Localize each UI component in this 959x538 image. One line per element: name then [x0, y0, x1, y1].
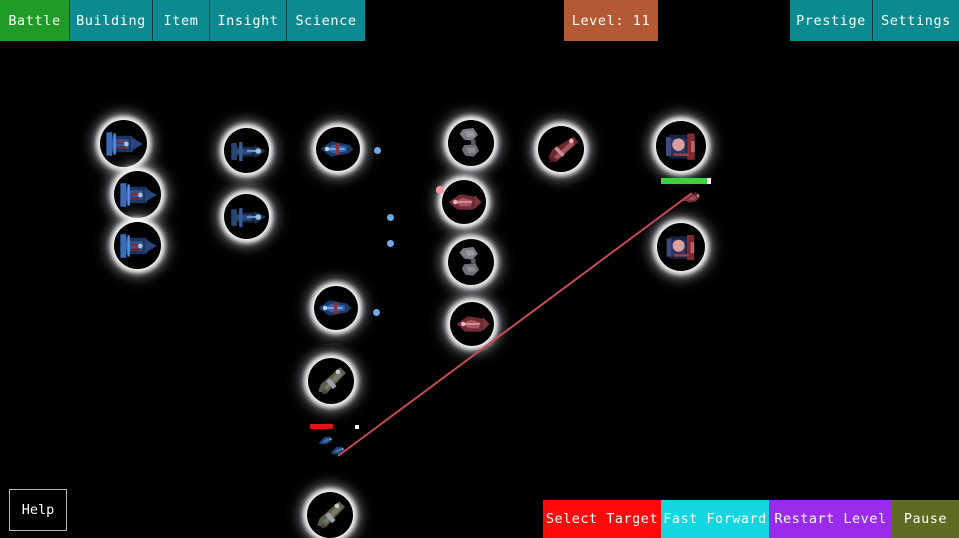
unit-enemy-dreadnought-2[interactable] — [657, 223, 705, 271]
interceptor-red-icon — [538, 126, 584, 172]
unit-enemy-raider-1[interactable] — [442, 180, 486, 224]
fast-forward-label: Fast Forward — [663, 511, 767, 527]
nav-tab-battle-label: Battle — [8, 12, 61, 29]
select-target-button[interactable]: Select Target — [543, 500, 661, 538]
cruiser-darkblue-icon — [224, 128, 269, 173]
unit-enemy-interceptor[interactable] — [538, 126, 584, 172]
unit-player-fighter-free-2[interactable] — [327, 440, 350, 460]
unit-neutral-scout-1[interactable] — [308, 358, 354, 404]
nav-tab-settings[interactable]: Settings — [873, 0, 959, 41]
projectile-player-2 — [387, 214, 394, 221]
nav-tab-item[interactable]: Item — [153, 0, 210, 41]
unit-neutral-rock-2[interactable] — [448, 239, 494, 285]
unit-enemy-gunship-free[interactable] — [679, 186, 705, 210]
health-bar-enemy-dreadnought — [661, 178, 711, 184]
nav-tab-building[interactable]: Building — [70, 0, 153, 41]
health-bar-fill — [661, 178, 707, 184]
rock-grey-icon — [448, 239, 494, 285]
nav-tab-building-label: Building — [76, 12, 146, 29]
raider-red-icon — [442, 180, 486, 224]
raider-red-icon — [450, 302, 494, 346]
level-indicator[interactable]: Level: 11 — [564, 0, 658, 41]
nav-tab-insight-label: Insight — [217, 12, 279, 29]
battlefield-canvas[interactable] — [0, 41, 959, 538]
pause-button[interactable]: Pause — [892, 500, 959, 538]
projectile-spark — [355, 425, 359, 429]
unit-neutral-scout-2[interactable] — [307, 492, 353, 538]
unit-player-cruiser-2[interactable] — [224, 194, 269, 239]
restart-level-label: Restart Level — [774, 511, 887, 527]
unit-player-frigate-2[interactable] — [314, 286, 358, 330]
laser-beam-layer — [337, 192, 693, 457]
help-button[interactable]: Help — [9, 489, 67, 531]
laser-beam — [337, 192, 693, 457]
battleship-blue-icon — [100, 120, 147, 167]
unit-player-battleship-2[interactable] — [114, 171, 161, 218]
nav-tab-item-label: Item — [163, 12, 199, 29]
health-bar-fill — [310, 424, 333, 429]
nav-tab-insight[interactable]: Insight — [210, 0, 287, 41]
select-target-label: Select Target — [545, 511, 659, 527]
dreadnought-red-icon — [656, 121, 706, 171]
help-button-label: Help — [21, 502, 55, 518]
projectile-player-3 — [387, 240, 394, 247]
battleship-blue-icon — [114, 171, 161, 218]
nav-tab-science-label: Science — [295, 12, 357, 29]
scout-olive-icon — [308, 358, 354, 404]
frigate-blue-icon — [316, 127, 360, 171]
nav-tab-prestige-label: Prestige — [796, 12, 866, 29]
nav-tab-battle[interactable]: Battle — [0, 0, 70, 41]
unit-player-battleship-1[interactable] — [100, 120, 147, 167]
unit-player-cruiser-1[interactable] — [224, 128, 269, 173]
nav-tab-settings-label: Settings — [881, 12, 951, 29]
scout-olive-icon — [307, 492, 353, 538]
frigate-blue-icon — [314, 286, 358, 330]
level-indicator-label: Level: 11 — [571, 12, 651, 29]
battleship-blue-icon — [114, 222, 161, 269]
projectile-player-1 — [374, 147, 381, 154]
projectile-player-4 — [373, 309, 380, 316]
rock-grey-icon — [448, 120, 494, 166]
projectile-enemy-1 — [436, 186, 444, 194]
health-bar-empty — [707, 178, 711, 184]
dreadnought-red-icon — [657, 223, 705, 271]
fast-forward-button[interactable]: Fast Forward — [661, 500, 769, 538]
nav-tab-prestige[interactable]: Prestige — [790, 0, 873, 41]
health-bar-player-fighter — [310, 424, 333, 429]
restart-level-button[interactable]: Restart Level — [769, 500, 892, 538]
unit-player-frigate-1[interactable] — [316, 127, 360, 171]
top-navigation-bar: Battle Building Item Insight Science Lev… — [0, 0, 959, 41]
nav-tab-science[interactable]: Science — [287, 0, 365, 41]
cruiser-darkblue-icon — [224, 194, 269, 239]
unit-player-battleship-3[interactable] — [114, 222, 161, 269]
unit-enemy-raider-2[interactable] — [450, 302, 494, 346]
unit-enemy-dreadnought-1[interactable] — [656, 121, 706, 171]
pause-label: Pause — [903, 511, 948, 527]
action-button-bar: Select Target Fast Forward Restart Level… — [543, 500, 959, 538]
unit-neutral-rock-1[interactable] — [448, 120, 494, 166]
